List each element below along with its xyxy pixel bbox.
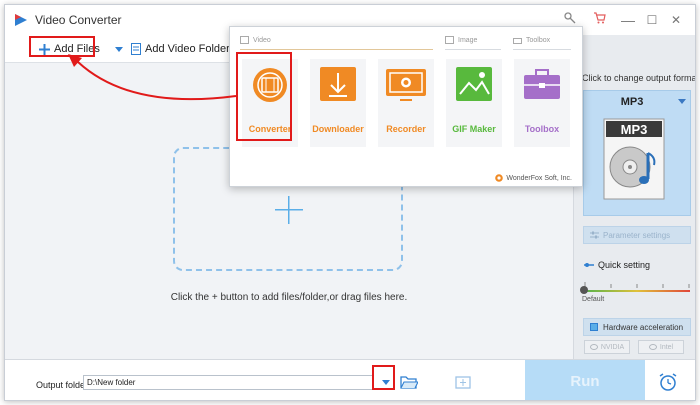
intel-option[interactable]: Intel [638,340,684,354]
brand-footer: WonderFox Soft, Inc. [495,174,572,182]
run-button[interactable]: Run [525,360,645,400]
output-folder-dropdown[interactable] [375,371,397,393]
minimize-button[interactable]: — [619,11,637,29]
tile-gif-maker[interactable]: GIF Maker [446,59,502,147]
merge-folder-icon[interactable] [454,374,472,390]
toolbox-section-divider [513,49,571,50]
alarm-clock-icon[interactable] [657,372,679,392]
screen-record-icon [386,69,426,101]
nvidia-label: NVIDIA [600,343,625,351]
maximize-button[interactable]: ☐ [643,11,661,29]
gpu-options: NVIDIA Intel [584,340,684,354]
slider-icon [584,263,594,267]
output-format-panel: Click to change output format: MP3 MP3 P… [573,35,696,359]
add-files-label: Add Files [54,43,100,55]
output-folder-input[interactable] [83,375,373,390]
quality-slider[interactable] [584,290,690,292]
wonderfox-logo-icon [495,174,504,182]
parameter-settings-label: Parameter settings [603,230,671,240]
hardware-acceleration-toggle[interactable]: Hardware acceleration [583,318,691,336]
app-window: Video Converter — ☐ ✕ Add Files Add Vide… [4,4,696,401]
video-section-divider [240,49,433,50]
document-icon [131,43,141,55]
landscape-image-icon [456,67,492,101]
tile-toolbox[interactable]: Toolbox [514,59,570,147]
format-name: MP3 [620,96,644,108]
quality-slider-ticks [584,282,690,288]
mp3-format-icon: MP3 [603,118,665,200]
tile-gif-maker-label: GIF Maker [452,124,496,134]
output-format-selector[interactable]: MP3 MP3 [583,90,691,216]
intel-logo-icon [648,344,657,350]
section-image-label: Image [458,36,478,44]
app-logo-icon [15,14,27,26]
image-section-divider [445,49,501,50]
default-label: Default [582,296,605,303]
chevron-down-icon [115,46,123,52]
tile-toolbox-label: Toolbox [524,124,560,134]
output-format-title: Click to change output format: [582,73,696,83]
tile-downloader[interactable]: Downloader [310,59,366,147]
add-files-button[interactable]: Add Files [39,39,100,59]
nvidia-logo-icon [589,344,598,350]
section-video-label: Video [253,36,271,44]
tile-recorder[interactable]: Recorder [378,59,434,147]
chevron-down-icon [382,379,390,385]
nvidia-option[interactable]: NVIDIA [584,340,630,354]
tile-downloader-label: Downloader [312,124,364,134]
parameter-settings-button[interactable]: Parameter settings [583,226,691,244]
add-video-folder-label: Add Video Folder [145,43,230,55]
plus-icon [39,43,50,55]
sliders-icon [590,231,599,239]
svg-text:MP3: MP3 [621,122,648,137]
quick-setting-text: Quick setting [598,260,651,270]
add-plus-icon[interactable] [275,196,303,224]
image-section-icon [445,36,454,44]
cart-icon[interactable] [591,11,609,29]
download-arrow-icon [320,67,356,101]
section-video: Video [240,36,271,44]
open-folder-icon[interactable] [400,374,418,390]
section-toolbox: Toolbox [513,36,550,44]
toolbox-briefcase-icon [524,69,560,99]
close-button[interactable]: ✕ [667,11,685,29]
quality-slider-handle[interactable] [580,286,588,294]
hardware-acceleration-label: Hardware acceleration [603,322,684,332]
bottom-bar: Output folder: Run [5,359,695,400]
module-launcher-popup: Video Image Toolbox Converter Downloader… [229,26,583,187]
tile-converter[interactable]: Converter [242,59,298,147]
tile-converter-label: Converter [248,124,292,134]
intel-label: Intel [659,343,674,351]
tile-recorder-label: Recorder [386,124,426,134]
section-image: Image [445,36,477,44]
video-section-icon [240,36,249,44]
toolbox-section-icon [513,38,522,44]
add-video-folder-dropdown[interactable]: Add Video Folder [115,39,230,59]
film-reel-icon [253,68,287,102]
chevron-down-icon [678,99,686,104]
window-title: Video Converter [35,13,122,27]
drop-hint-text: Click the + button to add files/folder,o… [170,292,408,303]
quick-setting-label: Quick setting [584,260,650,270]
checkbox-icon [590,323,598,331]
brand-text: WonderFox Soft, Inc. [506,174,572,182]
section-toolbox-label: Toolbox [526,36,551,44]
